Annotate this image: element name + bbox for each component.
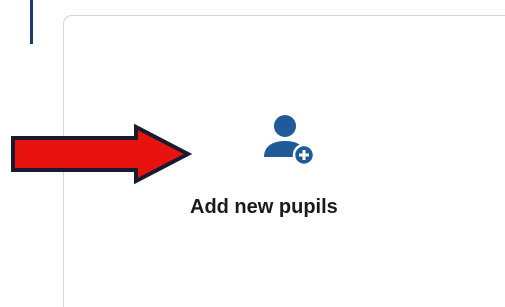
add-new-pupils-label: Add new pupils	[190, 196, 338, 218]
add-user-icon	[264, 115, 316, 167]
left-accent-bar	[30, 0, 33, 44]
arrow-right-icon	[11, 124, 192, 184]
screenshot-page: Add new pupils	[0, 0, 505, 307]
